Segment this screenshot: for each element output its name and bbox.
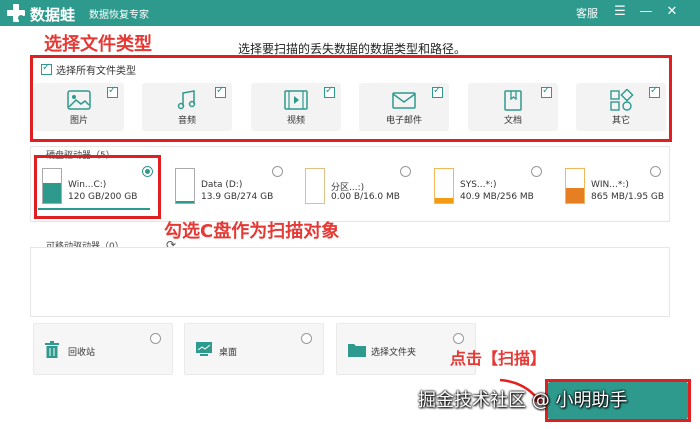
document-icon xyxy=(504,90,522,111)
drive-name: Win...C:) xyxy=(68,180,107,190)
file-type-video[interactable]: 视频 xyxy=(251,83,341,131)
removable-drives-panel xyxy=(30,247,670,317)
file-type-label: 图片 xyxy=(69,116,88,126)
drive-icon xyxy=(42,168,62,204)
check-icon xyxy=(649,85,660,98)
annotation-check-c: 勾选C盘作为扫描对象 xyxy=(164,221,340,242)
folder-icon xyxy=(348,344,366,357)
annotation-click-scan: 点击【扫描】 xyxy=(450,349,547,368)
check-icon xyxy=(324,85,335,98)
file-type-audio[interactable]: 音频 xyxy=(142,83,232,131)
drive-name: Data (D:) xyxy=(201,180,243,190)
drive-name: SYS...*:) xyxy=(460,180,497,190)
drive-name: WIN...*:) xyxy=(591,180,629,190)
file-type-email[interactable]: 电子邮件 xyxy=(359,83,449,131)
drive-size: 13.9 GB/274 GB xyxy=(201,192,274,202)
desktop-icon xyxy=(196,342,212,356)
minimize-icon[interactable]: — xyxy=(636,2,656,22)
mail-icon xyxy=(392,92,416,109)
quick-choose-folder-radio[interactable] xyxy=(453,333,464,344)
video-icon xyxy=(284,90,308,110)
app-tagline: 数据恢复专家 xyxy=(89,10,149,21)
music-icon xyxy=(177,90,196,110)
file-type-other[interactable]: 其它 xyxy=(576,83,666,131)
check-icon xyxy=(432,85,443,98)
select-all-checkbox[interactable]: 选择所有文件类型 xyxy=(41,62,136,77)
file-type-image[interactable]: 图片 xyxy=(34,83,124,131)
drive-d-radio[interactable] xyxy=(272,166,283,177)
file-type-document[interactable]: 文档 xyxy=(468,83,558,131)
quick-desktop-radio[interactable] xyxy=(301,333,312,344)
check-icon xyxy=(107,85,118,98)
close-icon[interactable]: ✕ xyxy=(662,2,682,22)
drive-size: 40.9 MB/256 MB xyxy=(460,192,534,202)
logo-icon xyxy=(7,4,25,22)
file-type-label: 视频 xyxy=(286,116,305,126)
drive-size: 0.00 B/16.0 MB xyxy=(331,192,400,202)
drive-partition-radio[interactable] xyxy=(400,166,411,177)
hard-drives-title: 硬盘驱动器（5） xyxy=(46,151,115,161)
drive-icon xyxy=(434,168,454,204)
grid-icon xyxy=(610,89,634,111)
select-all-label: 选择所有文件类型 xyxy=(56,66,136,77)
quick-desktop[interactable]: 桌面 xyxy=(184,323,324,375)
drive-icon xyxy=(175,168,195,204)
trash-icon xyxy=(45,341,59,358)
quick-label: 选择文件夹 xyxy=(371,348,417,358)
quick-label: 桌面 xyxy=(219,348,238,358)
quick-label: 回收站 xyxy=(68,348,96,358)
drive-size: 865 MB/1.95 GB xyxy=(591,192,665,202)
image-icon xyxy=(67,90,91,110)
drive-c-radio[interactable] xyxy=(142,166,153,177)
drive-sys-radio[interactable] xyxy=(531,166,542,177)
drive-usage-fill xyxy=(435,197,453,203)
drive-usage-fill xyxy=(176,201,194,203)
drive-size: 120 GB/200 GB xyxy=(68,192,138,202)
instruction-text: 选择要扫描的丢失数据的数据类型和路径。 xyxy=(238,42,467,56)
title-bar: 数据蛙 数据恢复专家 客服 ☰ — ✕ xyxy=(0,0,700,26)
check-icon xyxy=(541,85,552,98)
file-type-label: 其它 xyxy=(611,116,630,126)
check-icon xyxy=(215,85,226,98)
drive-win-radio[interactable] xyxy=(650,166,661,177)
watermark-text: 掘金技术社区 @ 小明助手 xyxy=(418,390,628,411)
drive-usage-fill xyxy=(566,188,584,203)
drive-icon xyxy=(565,168,585,204)
drive-icon xyxy=(305,168,325,204)
drive-c[interactable]: Win...C:) 120 GB/200 GB xyxy=(42,162,157,212)
drive-usage-fill xyxy=(43,182,61,203)
customer-service-link[interactable]: 客服 xyxy=(576,5,598,21)
app-brand: 数据蛙 xyxy=(30,6,76,24)
drive-c-selected-underline xyxy=(38,208,150,210)
select-all-check-icon xyxy=(41,62,52,75)
quick-recycle-bin[interactable]: 回收站 xyxy=(33,323,173,375)
file-type-label: 音频 xyxy=(177,116,196,126)
file-type-label: 电子邮件 xyxy=(385,116,422,126)
quick-recycle-bin-radio[interactable] xyxy=(150,333,161,344)
annotation-choose-types: 选择文件类型 xyxy=(44,34,152,55)
file-type-label: 文档 xyxy=(503,116,522,126)
menu-icon[interactable]: ☰ xyxy=(610,2,630,22)
